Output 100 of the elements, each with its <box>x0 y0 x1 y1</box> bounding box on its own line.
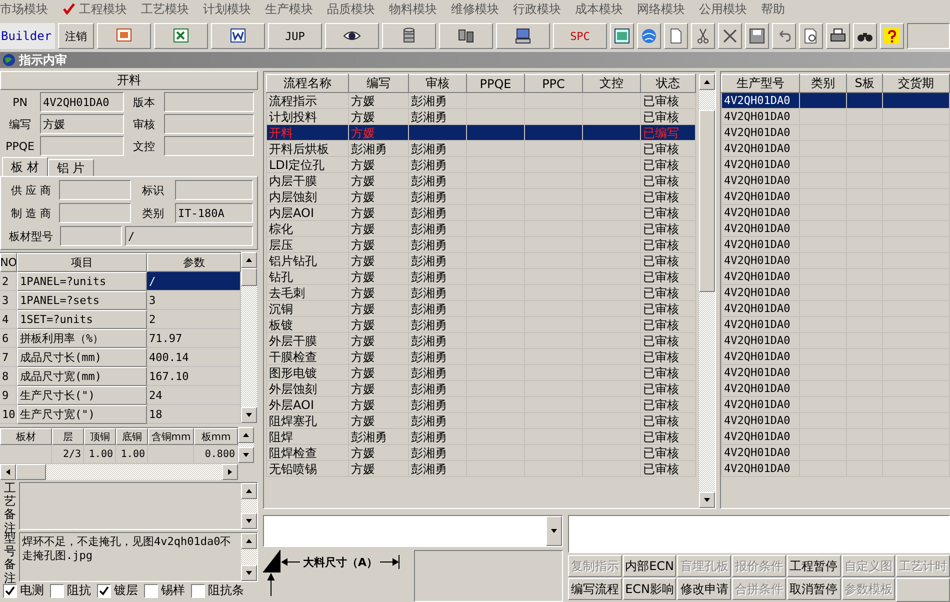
checkbox[interactable]: 电测 <box>3 582 44 599</box>
table-row[interactable]: 4V2QH01DA0 <box>722 284 950 300</box>
table-row[interactable]: 外层干膜 方媛 彭湘勇 已审核 <box>266 332 696 348</box>
column-header[interactable]: 生产型号 <box>722 74 800 92</box>
action-button[interactable]: ECN影响 <box>622 578 676 600</box>
column-header[interactable]: 流程名称 <box>266 74 348 92</box>
text-field[interactable]: 方媛 <box>40 114 124 134</box>
text-field[interactable] <box>164 114 254 134</box>
toolbar-button[interactable] <box>745 23 769 49</box>
table-row[interactable]: 4V2QH01DA0 <box>722 364 950 380</box>
horizontal-scrollbar[interactable] <box>0 464 238 480</box>
column-header[interactable]: 交货期 <box>882 74 950 92</box>
table-row[interactable]: 外层蚀刻 方媛 彭湘勇 已审核 <box>266 380 696 396</box>
menu-item[interactable]: 品质模块 <box>327 0 375 18</box>
table-row[interactable]: 4V2QH01DA0 <box>722 460 950 476</box>
table-row[interactable]: 4V2QH01DA0 <box>722 236 950 252</box>
toolbar-button[interactable]: JUP <box>268 23 322 49</box>
text-field[interactable]: 4V2QH01DA0 <box>40 92 124 112</box>
text-field[interactable] <box>164 136 254 156</box>
table-row[interactable]: 4V2QH01DA0 <box>722 444 950 460</box>
menu-item[interactable]: 市场模块 <box>0 0 48 18</box>
table-row[interactable]: 4V2QH01DA0 <box>722 156 950 172</box>
table-row[interactable]: 内层干膜 方媛 彭湘勇 已审核 <box>266 172 696 188</box>
text-field[interactable] <box>60 226 122 246</box>
table-cell[interactable]: 167.10 <box>147 367 241 386</box>
column-header[interactable]: 审核 <box>408 74 466 92</box>
table-row[interactable]: 4V2QH01DA0 <box>722 92 950 108</box>
column-header[interactable]: 文控 <box>582 74 640 92</box>
column-header[interactable]: 顶铜 <box>84 428 116 445</box>
tab[interactable]: 板 材 <box>2 157 48 176</box>
table-row[interactable]: 4V2QH01DA0 <box>722 140 950 156</box>
toolbar-button[interactable] <box>826 23 850 49</box>
table-row[interactable]: 4V2QH01DA0 <box>722 428 950 444</box>
menu-item[interactable]: 行政模块 <box>513 0 561 18</box>
table-row[interactable]: 4V2QH01DA0 <box>722 172 950 188</box>
column-header[interactable]: 编写 <box>348 74 408 92</box>
toolbar-button[interactable] <box>382 23 436 49</box>
toolbar-button[interactable] <box>718 23 742 49</box>
table-row[interactable]: 钻孔 方媛 彭湘勇 已审核 <box>266 268 696 284</box>
text-field[interactable] <box>568 515 950 553</box>
text-field[interactable] <box>40 136 124 156</box>
vertical-scrollbar[interactable] <box>699 74 715 508</box>
table-cell[interactable]: 3 <box>147 291 241 310</box>
table-row[interactable]: 棕化 方媛 彭湘勇 已审核 <box>266 220 696 236</box>
action-button[interactable]: 编写流程 <box>568 578 622 600</box>
table-row[interactable]: 内层AOI 方媛 彭湘勇 已审核 <box>266 204 696 220</box>
table-row[interactable]: 4V2QH01DA0 <box>722 316 950 332</box>
toolbar-button[interactable] <box>496 23 550 49</box>
toolbar-button[interactable] <box>211 23 265 49</box>
toolbar-field[interactable] <box>907 23 950 49</box>
table-row[interactable]: 4V2QH01DA0 <box>722 380 950 396</box>
table-row[interactable]: 无铅喷锡 方媛 彭湘勇 已审核 <box>266 460 696 476</box>
text-field[interactable] <box>164 92 254 112</box>
column-header[interactable]: 层 <box>52 428 84 445</box>
table-row[interactable]: 层压 方媛 彭湘勇 已审核 <box>266 236 696 252</box>
table-row[interactable]: 阻焊 彭湘勇 彭湘勇 已审核 <box>266 428 696 444</box>
text-field[interactable] <box>175 180 253 200</box>
toolbar-button[interactable] <box>691 23 715 49</box>
table-row[interactable]: LDI定位孔 方媛 彭湘勇 已审核 <box>266 156 696 172</box>
table-row[interactable]: 4V2QH01DA0 <box>722 412 950 428</box>
table-row[interactable]: 4V2QH01DA0 <box>722 396 950 412</box>
column-header[interactable]: PPC <box>524 74 582 92</box>
table-row[interactable]: 流程指示 方媛 彭湘勇 已审核 <box>266 92 696 108</box>
vertical-scrollbar[interactable] <box>241 252 257 423</box>
dropdown-field[interactable] <box>263 515 563 547</box>
column-header[interactable]: PPQE <box>466 74 524 92</box>
scrollbar-thumb[interactable] <box>241 268 257 286</box>
note-field[interactable]: 焊环不足，不走掩孔，见图4v2qh01da0不走掩孔图.jpg <box>19 532 258 582</box>
scrollbar-thumb[interactable] <box>699 110 715 292</box>
toolbar-button[interactable] <box>853 23 877 49</box>
checkbox[interactable]: 锡样 <box>144 582 185 599</box>
menu-item[interactable]: 物料模块 <box>389 0 437 18</box>
checkbox[interactable]: 镀层 <box>97 582 138 599</box>
table-row[interactable]: 去毛刺 方媛 彭湘勇 已审核 <box>266 284 696 300</box>
action-button[interactable]: 内部ECN <box>622 555 676 577</box>
table-row[interactable]: 铝片钻孔 方媛 彭湘勇 已审核 <box>266 252 696 268</box>
scrollbar-thumb[interactable] <box>16 464 46 480</box>
toolbar-button[interactable] <box>799 23 823 49</box>
toolbar-button[interactable] <box>880 23 904 49</box>
table-row[interactable]: 4V2QH01DA0 <box>722 204 950 220</box>
vertical-scrollbar[interactable] <box>241 483 257 529</box>
menu-item[interactable]: 工艺模块 <box>141 0 189 18</box>
column-header[interactable]: 底铜 <box>116 428 148 445</box>
table-cell[interactable]: 2 <box>147 310 241 329</box>
checkbox[interactable]: 阻抗条 <box>191 582 244 599</box>
action-button[interactable]: 修改申请 <box>677 578 732 600</box>
checkbox[interactable]: 阻抗 <box>50 582 91 599</box>
action-button[interactable]: 取消暂停 <box>786 578 841 600</box>
menu-item[interactable]: 工程模块 <box>62 0 127 18</box>
table-row[interactable]: 4V2QH01DA0 <box>722 268 950 284</box>
table-row[interactable]: 4V2QH01DA0 <box>722 332 950 348</box>
column-header[interactable]: 项目 <box>17 253 147 272</box>
table-row[interactable]: 外层AOI 方媛 彭湘勇 已审核 <box>266 396 696 412</box>
blank-button[interactable] <box>896 578 950 602</box>
menu-item[interactable]: 生产模块 <box>265 0 313 18</box>
menu-item[interactable]: 网络模块 <box>637 0 685 18</box>
table-row[interactable]: 图形电镀 方媛 彭湘勇 已审核 <box>266 364 696 380</box>
column-header[interactable]: 参数 <box>147 253 241 272</box>
table-row[interactable]: 4V2QH01DA0 <box>722 124 950 140</box>
table-row[interactable]: 开料后烘板 彭湘勇 彭湘勇 已审核 <box>266 140 696 156</box>
